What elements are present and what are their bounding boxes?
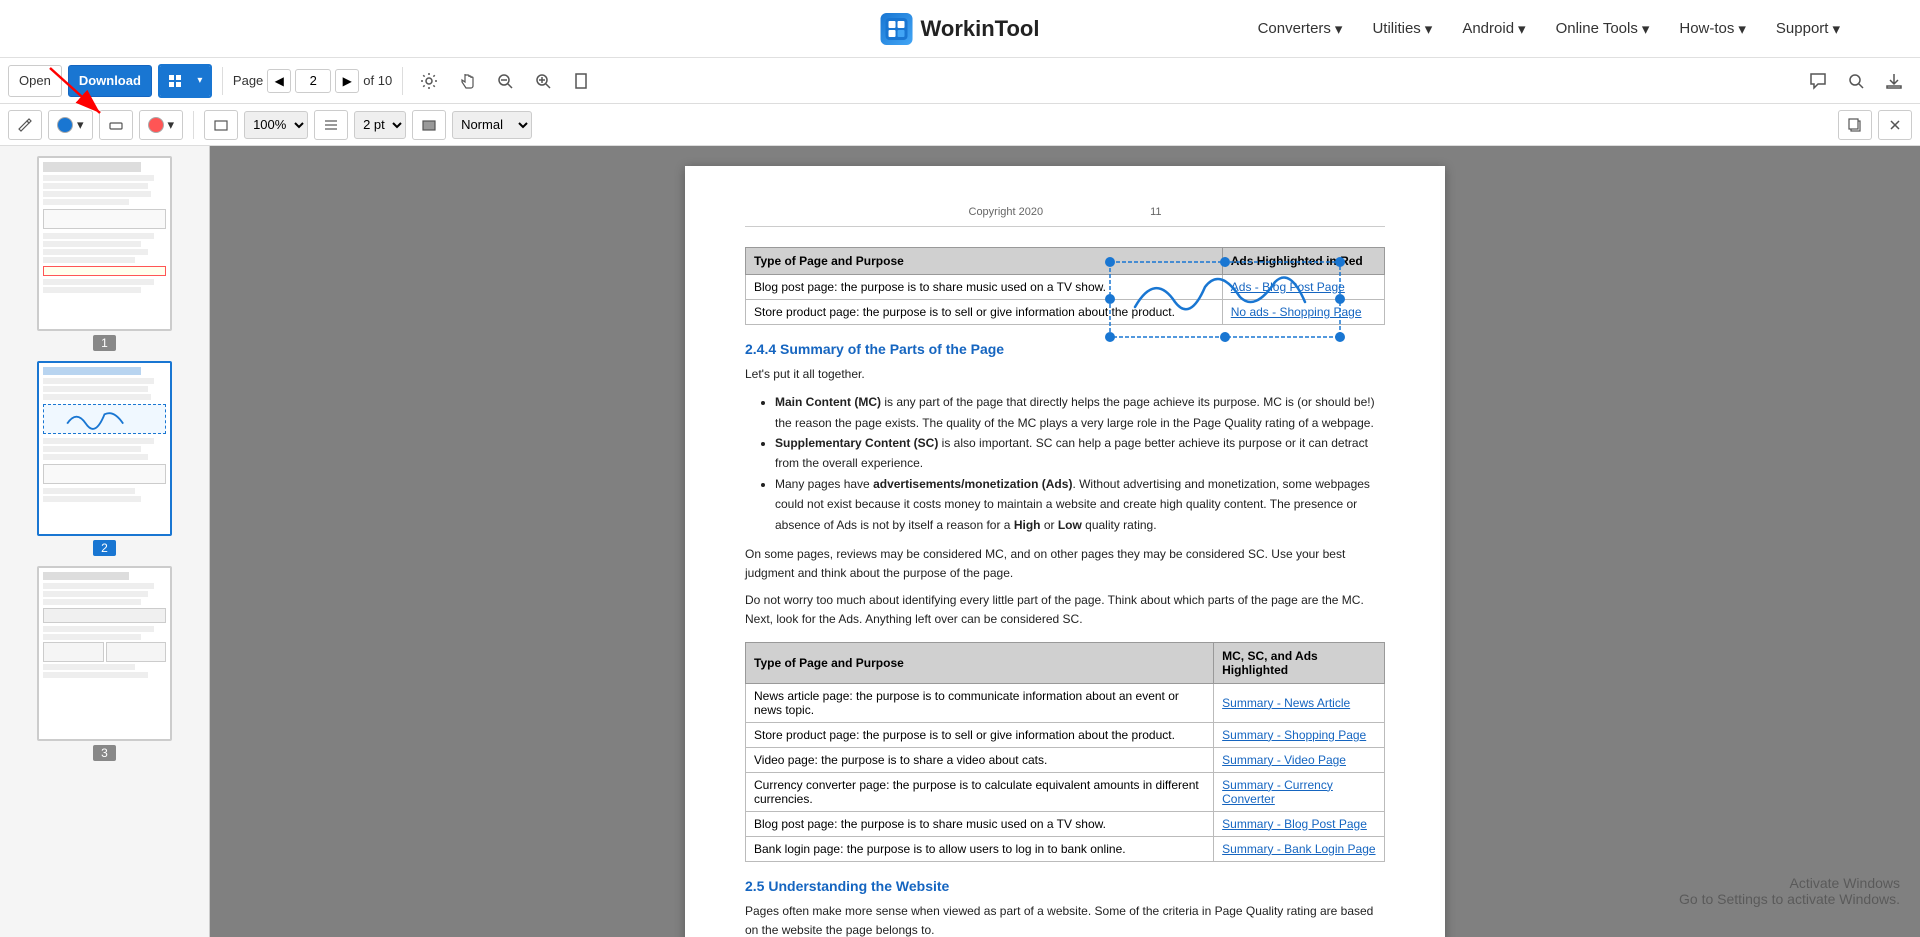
section-heading-2: 2.5 Understanding the Website [745, 878, 1385, 894]
grid-icon [168, 74, 182, 88]
table-row: Video page: the purpose is to share a vi… [746, 747, 1385, 772]
download-icon [1885, 72, 1903, 90]
nav-logo[interactable]: WorkinTool [881, 13, 1040, 45]
shape-icon [213, 117, 229, 133]
grid-view-btn[interactable] [160, 64, 190, 98]
download-right-button[interactable] [1878, 65, 1910, 97]
page-navigation: Page ◀ ▶ of 10 [233, 69, 392, 93]
top-nav: WorkinTool Converters ▾ Utilities ▾ Andr… [0, 0, 1920, 58]
table-row: Blog post page: the purpose is to share … [746, 811, 1385, 836]
table-row: Store product page: the purpose is to se… [746, 722, 1385, 747]
view-mode-dropdown[interactable]: ▾ [190, 64, 210, 98]
stroke-color-button[interactable]: ▾ [139, 110, 184, 140]
stroke-size-select[interactable]: 2 pt 1 pt 3 pt 4 pt [354, 111, 406, 139]
list-item: Main Content (MC) is any part of the pag… [775, 392, 1385, 433]
list-item: Many pages have advertisements/monetizat… [775, 474, 1385, 535]
search-icon [1847, 72, 1865, 90]
hand-icon [458, 72, 476, 90]
single-page-icon [572, 72, 590, 90]
pen-icon [17, 117, 33, 133]
right-toolbar-icons [1802, 58, 1910, 104]
annotation-button[interactable] [1802, 65, 1834, 97]
nav-support[interactable]: Support ▾ [1776, 20, 1840, 38]
settings-button[interactable] [413, 65, 445, 97]
site-title: WorkinTool [921, 16, 1040, 42]
eraser-button[interactable] [99, 110, 133, 140]
thumb-num-2: 2 [93, 540, 116, 556]
zoom-out-icon [496, 72, 514, 90]
table-2-header-2: MC, SC, and Ads Highlighted [1214, 642, 1385, 683]
bg-box-button[interactable] [412, 110, 446, 140]
copy-icon [1847, 117, 1863, 133]
section-heading-1: 2.4.4 Summary of the Parts of the Page [745, 341, 1385, 357]
delete-icon [1887, 117, 1903, 133]
logo-icon [881, 13, 913, 45]
fill-color-swatch [57, 117, 73, 133]
thumbnail-2[interactable]: 2 [37, 361, 172, 556]
single-page-button[interactable] [565, 65, 597, 97]
draw-tool-button[interactable] [8, 110, 42, 140]
paragraph-2: Do not worry too much about identifying … [745, 591, 1385, 629]
main-area: 1 [0, 146, 1920, 937]
thumb-image-3 [37, 566, 172, 741]
stroke-color-swatch [148, 117, 164, 133]
paragraph-1: On some pages, reviews may be considered… [745, 545, 1385, 583]
nav-online-tools[interactable]: Online Tools ▾ [1556, 20, 1650, 38]
shape-button[interactable] [204, 110, 238, 140]
delete-button[interactable] [1878, 110, 1912, 140]
thumbnail-3[interactable]: 3 [37, 566, 172, 761]
nav-converters[interactable]: Converters ▾ [1258, 20, 1343, 38]
table-row: News article page: the purpose is to com… [746, 683, 1385, 722]
search-right-button[interactable] [1840, 65, 1872, 97]
bg-box-icon [421, 117, 437, 133]
hand-tool-button[interactable] [451, 65, 483, 97]
nav-how-tos[interactable]: How-tos ▾ [1679, 20, 1746, 38]
pdf-page-header: Copyright 2020 11 [745, 206, 1385, 227]
thumb-image-2 [37, 361, 172, 536]
zoom-select[interactable]: 100% 75% 50% 125% 150% [244, 111, 308, 139]
download-button[interactable]: Download [68, 65, 152, 97]
thumb-num-3: 3 [93, 745, 116, 761]
table-2-header-1: Type of Page and Purpose [746, 642, 1214, 683]
toolbar-divider-2 [402, 67, 403, 95]
eraser-icon [108, 117, 124, 133]
align-icon [323, 117, 339, 133]
list-item: Supplementary Content (SC) is also impor… [775, 433, 1385, 474]
prev-page-button[interactable]: ◀ [267, 69, 291, 93]
table-2: Type of Page and Purpose MC, SC, and Ads… [745, 642, 1385, 862]
nav-menu: Converters ▾ Utilities ▾ Android ▾ Onlin… [1258, 20, 1840, 38]
thumbnail-1[interactable]: 1 [37, 156, 172, 351]
color-fill-button[interactable]: ▾ [48, 110, 93, 140]
annotation-icon [1809, 72, 1827, 90]
page-number-input[interactable] [295, 69, 331, 93]
draw-toolbar-divider-1 [193, 111, 194, 139]
nav-android[interactable]: Android ▾ [1462, 20, 1525, 38]
table-row: Bank login page: the purpose is to allow… [746, 836, 1385, 861]
main-toolbar: Open Download ▾ Page ◀ ▶ of 10 [0, 58, 1920, 104]
pdf-page: Copyright 2020 11 Type of Page and Purpo… [685, 166, 1445, 937]
table-row: Currency converter page: the purpose is … [746, 772, 1385, 811]
blend-mode-select[interactable]: Normal Multiply Screen [452, 111, 532, 139]
intro-text: Let's put it all together. [745, 365, 1385, 384]
pdf-content-area[interactable]: Copyright 2020 11 Type of Page and Purpo… [210, 146, 1920, 937]
copy-button[interactable] [1838, 110, 1872, 140]
nav-utilities[interactable]: Utilities ▾ [1372, 20, 1432, 38]
signature-svg [1105, 257, 1345, 342]
next-page-button[interactable]: ▶ [335, 69, 359, 93]
thumb-num-1: 1 [93, 335, 116, 351]
thumbnails-panel: 1 [0, 146, 210, 937]
open-button[interactable]: Open [8, 65, 62, 97]
view-mode-group: ▾ [158, 64, 212, 98]
zoom-in-icon [534, 72, 552, 90]
paragraph-3: Pages often make more sense when viewed … [745, 902, 1385, 937]
zoom-in-button[interactable] [527, 65, 559, 97]
thumb-image-1 [37, 156, 172, 331]
gear-icon [420, 72, 438, 90]
bullet-list: Main Content (MC) is any part of the pag… [775, 392, 1385, 535]
zoom-out-button[interactable] [489, 65, 521, 97]
toolbar-divider-1 [222, 67, 223, 95]
text-align-button[interactable] [314, 110, 348, 140]
drawing-toolbar: ▾ ▾ 100% 75% 50% 125% 150% 2 pt 1 pt 3 p… [0, 104, 1920, 146]
